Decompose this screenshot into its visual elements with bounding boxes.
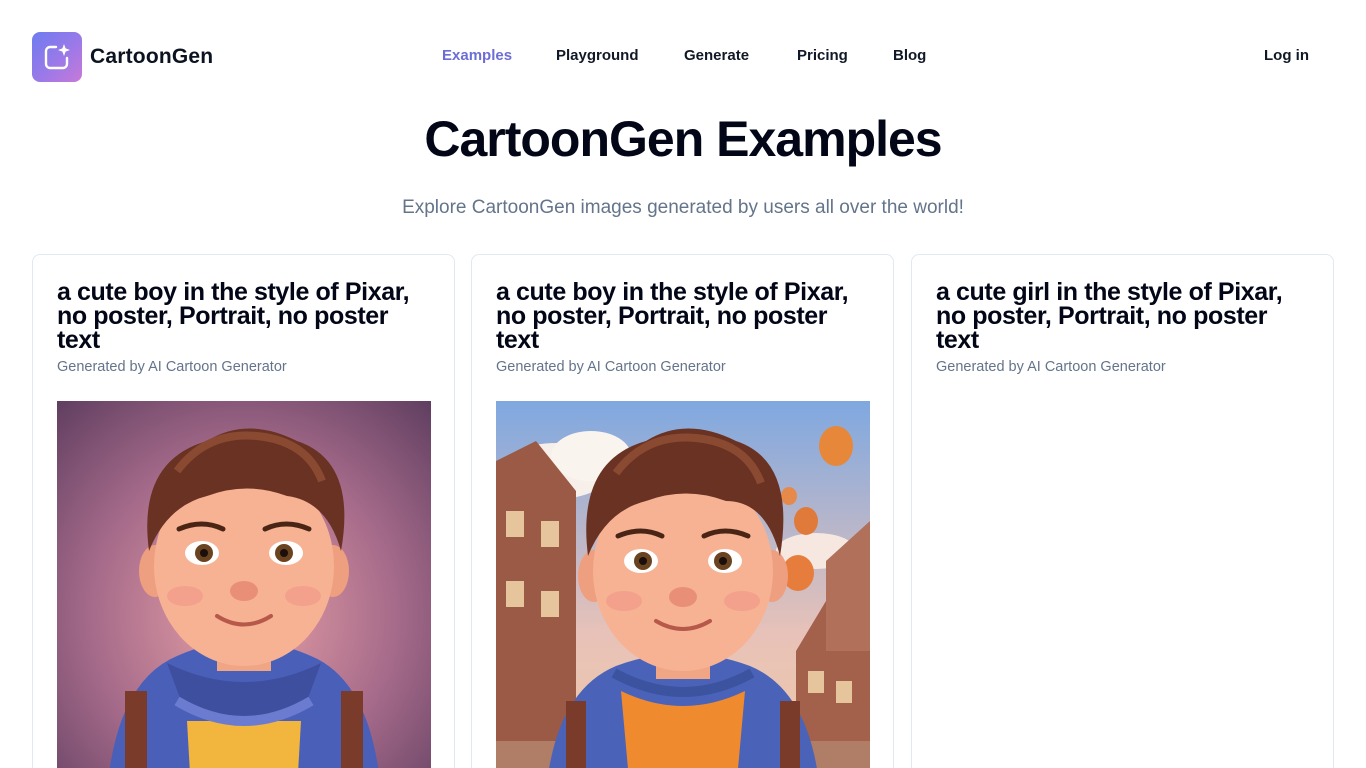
generated-image[interactable] — [57, 401, 431, 768]
site-header: CartoonGen Examples Playground Generate … — [0, 0, 1366, 112]
generated-image[interactable] — [496, 401, 870, 768]
nav-blog[interactable]: Blog — [893, 47, 926, 64]
nav-generate[interactable]: Generate — [684, 47, 749, 64]
example-card[interactable]: a cute girl in the style of Pixar, no po… — [911, 254, 1334, 768]
card-subtitle: Generated by AI Cartoon Generator — [57, 359, 287, 375]
example-card[interactable]: a cute boy in the style of Pixar, no pos… — [471, 254, 894, 768]
nav-playground[interactable]: Playground — [556, 47, 639, 64]
nav-pricing[interactable]: Pricing — [797, 47, 848, 64]
page-title: CartoonGen Examples — [424, 111, 942, 167]
card-title: a cute boy in the style of Pixar, no pos… — [496, 278, 849, 354]
nav-examples[interactable]: Examples — [442, 47, 512, 64]
card-subtitle: Generated by AI Cartoon Generator — [936, 359, 1166, 375]
card-title: a cute girl in the style of Pixar, no po… — [936, 278, 1283, 354]
example-card[interactable]: a cute boy in the style of Pixar, no pos… — [32, 254, 455, 768]
card-subtitle: Generated by AI Cartoon Generator — [496, 359, 726, 375]
page-subtitle: Explore CartoonGen images generated by u… — [402, 197, 964, 218]
login-link[interactable]: Log in — [1264, 47, 1309, 64]
card-title: a cute boy in the style of Pixar, no pos… — [57, 278, 410, 354]
main-nav: Examples Playground Generate Pricing Blo… — [0, 47, 1366, 67]
